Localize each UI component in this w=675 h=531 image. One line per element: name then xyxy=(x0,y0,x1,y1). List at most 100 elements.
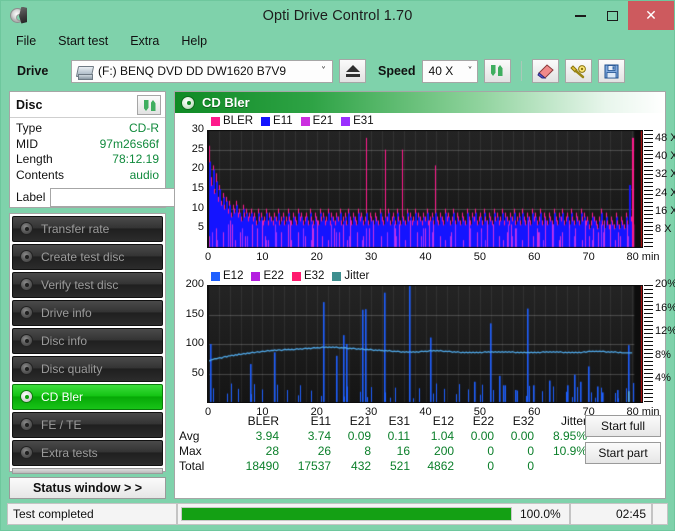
cell-max-e31: 16 xyxy=(396,444,411,458)
menu-item-file[interactable]: File xyxy=(11,32,47,50)
y-axis-line xyxy=(207,285,209,403)
right-tick-label: 32 X xyxy=(655,168,675,181)
chevron-down-icon: ˅ xyxy=(467,65,473,77)
toolbar-separator xyxy=(520,61,522,81)
right-tick-label: 48 X xyxy=(655,132,675,145)
sidebar-item-create-test-disc[interactable]: Create test disc xyxy=(12,244,163,270)
eject-button[interactable] xyxy=(339,59,366,83)
refresh-icon xyxy=(142,98,157,112)
nav-spacer xyxy=(12,468,163,474)
right-tick-label: 16% xyxy=(655,301,675,314)
left-panel: Disc Type CD-R MID 97m26s66f Length 78:1… xyxy=(9,91,252,499)
y-tick-label: 20 xyxy=(191,162,204,175)
cell-max-e22: 0 xyxy=(487,444,495,458)
x-tick-label: 30 xyxy=(365,251,378,263)
save-button[interactable] xyxy=(597,59,625,83)
menu-item-extra[interactable]: Extra xyxy=(125,32,170,50)
x-tick-label: 20 xyxy=(310,406,323,418)
right-axis-ticks xyxy=(644,130,653,248)
app-window: Opti Drive Control 1.70 ✕ File Start tes… xyxy=(0,0,675,531)
chevron-down-icon: ˅ xyxy=(321,65,326,77)
speed-select[interactable]: 40 X ˅ xyxy=(421,59,478,83)
e12-chart-legend: E12 E22 E32 Jitter xyxy=(211,270,374,282)
row-header-max: Max xyxy=(179,444,202,458)
y-tick-label: 25 xyxy=(191,142,204,155)
right-tick-label: 16 X xyxy=(655,204,675,217)
sidebar-item-extra-tests[interactable]: Extra tests xyxy=(12,440,163,466)
cell-max-bler: 28 xyxy=(265,444,280,458)
sidebar-item-verify-test-disc[interactable]: Verify test disc xyxy=(12,272,163,298)
sidebar-item-cd-bler[interactable]: CD Bler xyxy=(12,384,163,410)
x-tick-label: 10 xyxy=(256,251,269,263)
disc-info-panel: Disc Type CD-R MID 97m26s66f Length 78:1… xyxy=(9,91,252,211)
sidebar-item-label: Transfer rate xyxy=(41,222,110,236)
sidebar-item-label: FE / TE xyxy=(41,418,82,432)
x-tick-label: 40 xyxy=(419,406,432,418)
menu-item-start-test[interactable]: Start test xyxy=(53,32,119,50)
disc-mid-label: MID xyxy=(16,136,38,151)
table-row: Avg 3.94 3.74 0.09 0.11 1.04 0.00 0.00 8… xyxy=(175,429,593,444)
menu-bar: File Start test Extra Help xyxy=(1,30,674,51)
refresh-button[interactable] xyxy=(483,59,511,83)
legend-swatch-e32 xyxy=(291,271,301,281)
sidebar-item-disc-quality[interactable]: Disc quality xyxy=(12,356,163,382)
right-panel: CD Bler BLER E11 E21 E31 E12 E22 E32 Jit… xyxy=(174,91,675,499)
resize-grip[interactable] xyxy=(652,503,668,525)
status-window-button[interactable]: Status window > > xyxy=(9,477,166,499)
drive-select[interactable]: (F:) BENQ DVD DD DW1620 B7V9 ˅ xyxy=(71,59,333,83)
disc-create-icon xyxy=(20,250,34,264)
refresh-icon xyxy=(489,63,506,79)
sidebar-item-disc-info[interactable]: Disc info xyxy=(12,328,163,354)
x-tick-label: 0 xyxy=(204,251,212,263)
disc-properties: Type CD-R MID 97m26s66f Length 78:12.19 … xyxy=(10,118,252,211)
cell-total-e11: 17537 xyxy=(297,459,332,473)
legend-label-e22: E22 xyxy=(263,270,284,282)
cell-max-e32: 0 xyxy=(527,444,535,458)
bler-chart-plot xyxy=(208,130,643,248)
cell-max-e11: 26 xyxy=(317,444,332,458)
disc-row-mid: MID 97m26s66f xyxy=(16,137,159,153)
disc-scan-icon xyxy=(20,222,34,236)
erase-button[interactable] xyxy=(531,59,559,83)
start-part-button[interactable]: Start part xyxy=(585,442,661,464)
cell-avg-e11: 3.74 xyxy=(307,429,332,443)
x-tick-label: 60 xyxy=(528,406,541,418)
sidebar-item-fe-te[interactable]: FE / TE xyxy=(12,412,163,438)
disc-panel-header: Disc xyxy=(10,92,165,118)
disc-panel-title: Disc xyxy=(16,98,43,112)
stats-table: BLER E11 E21 E31 E12 E22 E32 Jitter Avg … xyxy=(175,414,593,474)
x-tick-label: 40 xyxy=(419,251,432,263)
eject-icon xyxy=(345,65,360,77)
wrench-icon xyxy=(569,64,586,78)
toolbar: Drive (F:) BENQ DVD DD DW1620 B7V9 ˅ Spe… xyxy=(1,51,674,91)
legend-swatch-e21 xyxy=(300,116,310,126)
y-tick-label: 10 xyxy=(191,201,204,214)
menu-item-help[interactable]: Help xyxy=(176,32,218,50)
disc-refresh-button[interactable] xyxy=(137,95,161,115)
cell-total-bler: 18490 xyxy=(245,459,280,473)
disc-row-type: Type CD-R xyxy=(16,121,159,137)
x-tick-label: 70 xyxy=(582,251,595,263)
chart-panel-header: CD Bler xyxy=(175,92,665,113)
sidebar-item-drive-info[interactable]: Drive info xyxy=(12,300,163,326)
x-tick-label: 20 xyxy=(310,251,323,263)
right-tick-label: 24 X xyxy=(655,186,675,199)
legend-swatch-jitter xyxy=(332,271,342,281)
right-tick-label: 12% xyxy=(655,325,675,338)
disc-mid-value: 97m26s66f xyxy=(99,136,159,151)
progress-bar xyxy=(181,507,512,521)
cell-total-e22: 0 xyxy=(487,459,495,473)
cell-avg-e12: 1.04 xyxy=(430,429,455,443)
start-full-button[interactable]: Start full xyxy=(585,415,661,437)
disc-row-length: Length 78:12.19 xyxy=(16,152,159,168)
sidebar-item-label: Disc info xyxy=(41,334,88,348)
status-bar: Test completed 100.0% 02:45 xyxy=(7,503,668,525)
x-tick-label: 30 xyxy=(365,406,378,418)
disc-row-contents: Contents audio xyxy=(16,168,159,184)
right-tick-label: 8 X xyxy=(655,222,672,235)
sidebar-item-transfer-rate[interactable]: Transfer rate xyxy=(12,216,163,242)
cell-avg-e21: 0.09 xyxy=(347,429,372,443)
settings-button[interactable] xyxy=(564,59,592,83)
extra-tests-icon xyxy=(20,446,34,460)
y-tick-label: 15 xyxy=(191,182,204,194)
